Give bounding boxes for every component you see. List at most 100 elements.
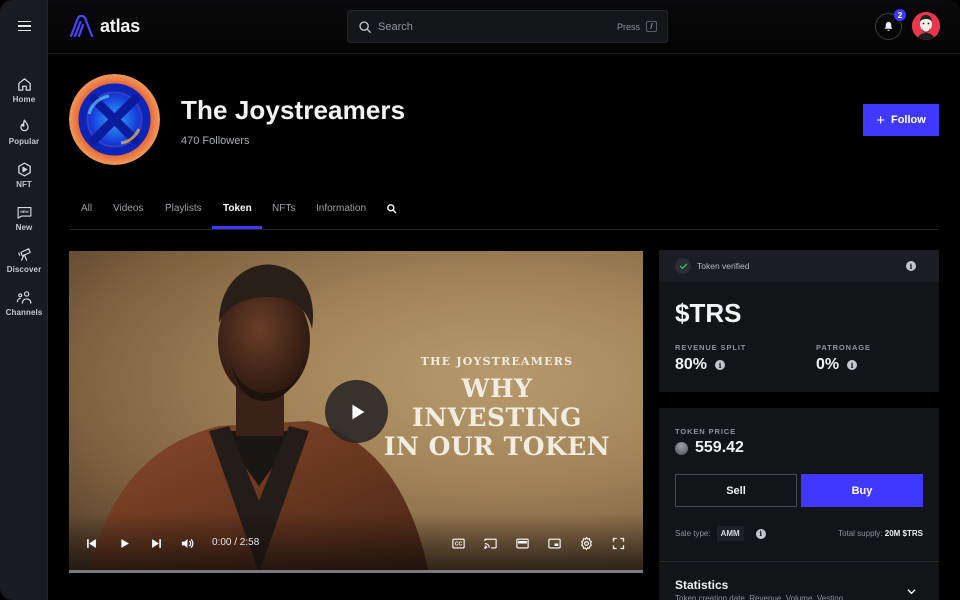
notification-count-badge: 2 bbox=[894, 9, 906, 21]
svg-text:NEW: NEW bbox=[20, 210, 29, 214]
sidebar-item-label: Popular bbox=[8, 137, 40, 146]
sidebar-item-home[interactable]: Home bbox=[0, 76, 48, 104]
tab-playlists[interactable]: Playlists bbox=[165, 193, 202, 230]
overlay-headline-line: WHY bbox=[461, 374, 533, 403]
play-button[interactable] bbox=[117, 535, 132, 551]
miniplayer-button[interactable] bbox=[547, 535, 562, 551]
hamburger-menu-button[interactable] bbox=[12, 14, 36, 38]
sidebar-item-label: Discover bbox=[6, 265, 42, 274]
tab-token[interactable]: Token bbox=[223, 193, 252, 230]
info-icon[interactable]: i bbox=[755, 528, 766, 539]
nft-play-icon bbox=[17, 162, 31, 177]
gear-icon bbox=[580, 536, 593, 550]
revenue-split-label: REVENUE SPLIT bbox=[675, 343, 747, 352]
search-input[interactable]: Search Press / bbox=[347, 10, 668, 43]
token-verified-label: Token verified bbox=[697, 261, 750, 271]
divider bbox=[659, 561, 939, 562]
big-play-button[interactable] bbox=[325, 380, 388, 443]
fullscreen-icon bbox=[612, 537, 625, 549]
channels-icon bbox=[16, 291, 31, 304]
shortcut-key: / bbox=[646, 21, 657, 32]
volume-button[interactable] bbox=[180, 535, 195, 551]
info-icon[interactable]: i bbox=[847, 360, 858, 370]
menu-line bbox=[17, 20, 31, 23]
patronage-value: 0% bbox=[816, 356, 840, 373]
video-time: 0:00 / 2:58 bbox=[212, 537, 260, 548]
captions-button[interactable]: CC bbox=[451, 535, 466, 551]
overlay-headline: WHY INVESTING IN OUR TOKEN bbox=[379, 374, 615, 461]
telescope-icon bbox=[17, 248, 31, 261]
search-icon bbox=[387, 204, 397, 214]
video-progress-bar[interactable] bbox=[69, 570, 643, 573]
statistics-title[interactable]: Statistics bbox=[675, 578, 728, 592]
sidebar-item-new[interactable]: NEW New bbox=[0, 204, 48, 232]
channel-avatar bbox=[69, 74, 160, 165]
sidebar: Home Popular NFT NEW New Discover Channe… bbox=[0, 0, 48, 600]
video-player[interactable]: THE JOYSTREAMERS WHY INVESTING IN OUR TO… bbox=[69, 251, 643, 573]
token-price-label: TOKEN PRICE bbox=[675, 427, 737, 436]
play-icon bbox=[121, 538, 129, 548]
token-price: 559.42 bbox=[675, 439, 744, 457]
sidebar-item-channels[interactable]: Channels bbox=[0, 289, 48, 317]
buy-button[interactable]: Buy bbox=[801, 474, 923, 507]
next-button[interactable] bbox=[149, 535, 164, 551]
top-bar: atlas Search Press / 2 bbox=[48, 0, 960, 54]
overlay-headline-line: IN OUR TOKEN bbox=[383, 432, 611, 461]
info-icon[interactable]: i bbox=[715, 360, 726, 370]
press-label: Press bbox=[616, 21, 640, 32]
overlay-headline-line: INVESTING bbox=[411, 403, 583, 432]
sale-type-badge: AMM bbox=[716, 526, 744, 541]
user-avatar-image bbox=[912, 12, 940, 40]
statistics-expand-button[interactable] bbox=[906, 584, 917, 600]
theater-mode-button[interactable] bbox=[515, 535, 530, 551]
tab-information[interactable]: Information bbox=[316, 193, 366, 230]
atlas-logo-icon bbox=[69, 15, 94, 37]
closed-captions-icon: CC bbox=[452, 538, 465, 548]
sale-info-row: Sale type: AMM i Total supply: 20M $TRS bbox=[675, 526, 923, 541]
settings-button[interactable] bbox=[579, 535, 594, 551]
tab-nfts[interactable]: NFTs bbox=[272, 193, 295, 230]
video-overlay-title: THE JOYSTREAMERS WHY INVESTING IN OUR TO… bbox=[379, 355, 615, 461]
app-name: atlas bbox=[100, 15, 141, 36]
new-icon: NEW bbox=[17, 206, 31, 219]
follow-button[interactable]: + Follow bbox=[863, 104, 939, 136]
volume-icon bbox=[181, 538, 194, 548]
atlas-logo[interactable]: atlas bbox=[69, 15, 140, 37]
fullscreen-button[interactable] bbox=[611, 535, 626, 551]
skip-previous-icon bbox=[87, 538, 96, 548]
svg-text:CC: CC bbox=[455, 541, 463, 547]
sidebar-item-popular[interactable]: Popular bbox=[0, 118, 48, 146]
channel-title: The Joystreamers bbox=[181, 95, 406, 125]
sidebar-item-nft[interactable]: NFT bbox=[0, 161, 48, 189]
cast-button[interactable] bbox=[483, 535, 498, 551]
channel-tabs: All Videos Playlists Token NFTs Informat… bbox=[69, 193, 939, 230]
menu-line bbox=[17, 29, 31, 32]
user-avatar[interactable] bbox=[912, 12, 940, 40]
sale-type-label: Sale type: bbox=[675, 529, 711, 538]
statistics-subtitle: Token creation date, Revenue, Volume, Ve… bbox=[675, 594, 844, 600]
sidebar-item-discover[interactable]: Discover bbox=[0, 246, 48, 274]
app-window: Home Popular NFT NEW New Discover Channe… bbox=[0, 0, 960, 600]
token-verified-bar: Token verified i bbox=[659, 250, 939, 282]
tab-search[interactable] bbox=[386, 193, 397, 230]
total-supply-value: 20M $TRS bbox=[884, 529, 923, 538]
patronage: 0% i bbox=[816, 356, 858, 374]
play-icon bbox=[351, 404, 364, 419]
chevron-down-icon bbox=[907, 589, 916, 595]
joy-coin-icon bbox=[675, 441, 688, 455]
tab-videos[interactable]: Videos bbox=[113, 193, 143, 230]
token-ticker: $TRS bbox=[675, 298, 742, 328]
followers-count: 470 Followers bbox=[181, 135, 250, 147]
tab-all[interactable]: All bbox=[81, 193, 92, 230]
sell-button[interactable]: Sell bbox=[675, 474, 797, 507]
previous-button[interactable] bbox=[84, 535, 99, 551]
patronage-label: PATRONAGE bbox=[816, 343, 871, 352]
total-supply-label: Total supply: bbox=[838, 529, 883, 538]
sidebar-item-label: Channels bbox=[5, 308, 43, 317]
search-icon bbox=[359, 20, 371, 33]
token-price-value: 559.42 bbox=[695, 439, 744, 456]
info-icon[interactable]: i bbox=[906, 261, 916, 271]
overlay-channel-name: THE JOYSTREAMERS bbox=[420, 355, 574, 368]
sidebar-item-label: Home bbox=[12, 95, 36, 104]
menu-line bbox=[17, 25, 31, 27]
